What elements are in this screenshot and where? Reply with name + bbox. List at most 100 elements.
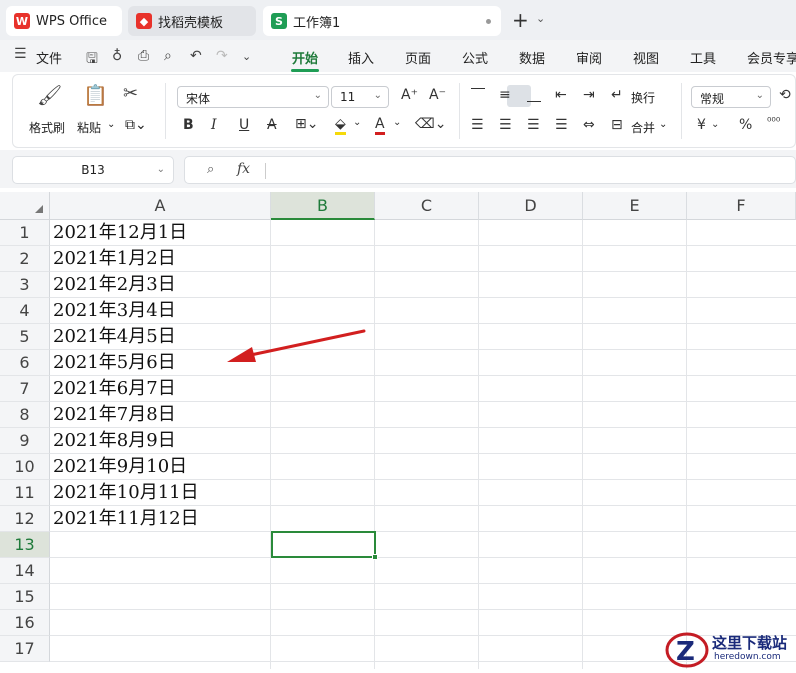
align-left-icon[interactable]: ☰ bbox=[471, 117, 484, 133]
align-middle-icon[interactable]: ≡ bbox=[499, 87, 511, 103]
tab-wps-label: WPS Office bbox=[36, 13, 108, 29]
menu-tools[interactable]: 工具 bbox=[690, 48, 716, 67]
chevron-down-icon: ⌄ bbox=[755, 90, 764, 101]
save-icon[interactable]: 🖫 bbox=[86, 48, 98, 72]
paste-button[interactable]: 粘贴 bbox=[77, 119, 101, 136]
tab-template-label: 找稻壳模板 bbox=[158, 15, 224, 31]
font-name-select[interactable]: 宋体 ⌄ bbox=[177, 86, 329, 108]
merge-button[interactable]: 合并 bbox=[631, 119, 655, 136]
ribbon-divider bbox=[459, 83, 460, 139]
italic-icon[interactable]: I bbox=[211, 117, 217, 133]
chevron-down-icon: ⌄ bbox=[313, 90, 322, 101]
active-menu-underline bbox=[291, 69, 319, 72]
menu-insert[interactable]: 插入 bbox=[348, 48, 374, 67]
spreadsheet-grid[interactable]: A B C D E F 1 2021年12月1日 2 2021年1月2日 3 2021年2月3日 4 20… bbox=[0, 192, 796, 669]
font-color-chevron-icon[interactable]: ⌄ bbox=[393, 117, 401, 128]
number-format-value: 常规 bbox=[700, 92, 725, 106]
align-center-icon[interactable]: ☰ bbox=[499, 117, 512, 133]
menu-review[interactable]: 审阅 bbox=[576, 48, 602, 67]
tab-bar: W WPS Office ◆ 找稻壳模板 S 工作簿1 + ⌄ bbox=[0, 0, 796, 40]
tab-wps-office[interactable]: W WPS Office bbox=[6, 6, 122, 36]
distributed-icon[interactable]: ⇔ bbox=[583, 117, 595, 133]
menu-bar: ☰ 文件 🖫 ♁ ⎙ ⌕ ↶ ↷ ⌄ 开始 插入 页面 公式 数据 审阅 视图 … bbox=[0, 40, 796, 72]
wrap-text-button[interactable]: 换行 bbox=[631, 89, 655, 106]
menu-page[interactable]: 页面 bbox=[405, 48, 431, 67]
zoom-icon[interactable]: ⌕ bbox=[207, 162, 214, 177]
menu-view[interactable]: 视图 bbox=[633, 48, 659, 67]
formula-divider bbox=[265, 163, 266, 179]
new-tab-chevron-down-icon[interactable]: ⌄ bbox=[536, 12, 545, 25]
border-icon[interactable]: ⊞⌄ bbox=[295, 116, 318, 132]
ribbon: 🖌 格式刷 📋 粘贴 ⌄ ✂ ⧉⌄ 宋体 ⌄ 11 ⌄ A⁺ A⁻ B I U … bbox=[12, 74, 796, 148]
unsaved-dot-icon[interactable] bbox=[486, 19, 491, 24]
paste-chevron-icon[interactable]: ⌄ bbox=[107, 119, 115, 130]
formula-bar: B13 ⌄ ⌕ fx bbox=[0, 150, 796, 188]
tab-workbook[interactable]: S 工作簿1 bbox=[263, 6, 501, 36]
paste-icon[interactable]: 📋 bbox=[83, 83, 108, 107]
font-name-value: 宋体 bbox=[186, 92, 211, 106]
heredown-logo-icon: Z bbox=[665, 632, 709, 668]
quick-access-chevron-icon[interactable]: ⌄ bbox=[242, 50, 251, 63]
format-painter-icon[interactable]: 🖌 bbox=[37, 83, 62, 107]
menu-formula[interactable]: 公式 bbox=[462, 48, 488, 67]
name-box-value: B13 bbox=[81, 163, 105, 177]
align-top-icon[interactable]: ⎺ bbox=[471, 87, 485, 103]
decrease-indent-icon[interactable]: ⇤ bbox=[555, 87, 567, 103]
new-tab-plus-icon[interactable]: + bbox=[512, 10, 529, 30]
copy-icon[interactable]: ⧉⌄ bbox=[125, 117, 147, 133]
font-size-select[interactable]: 11 ⌄ bbox=[331, 86, 389, 108]
convert-icon[interactable]: ⟲ bbox=[779, 87, 791, 103]
align-bottom-icon[interactable]: ⎽ bbox=[527, 87, 541, 103]
chevron-down-icon: ⌄ bbox=[156, 164, 165, 175]
svg-text:Z: Z bbox=[676, 637, 695, 667]
menu-member[interactable]: 会员专享 bbox=[747, 48, 796, 67]
fill-color-icon[interactable]: ⬙ bbox=[335, 116, 346, 135]
spreadsheet-icon: S bbox=[271, 13, 287, 29]
percent-button[interactable]: % bbox=[739, 117, 752, 133]
arrow-head bbox=[227, 347, 256, 362]
print-preview-icon[interactable]: ⌕ bbox=[164, 48, 172, 64]
underline-icon[interactable]: U bbox=[239, 117, 249, 133]
arrow-shaft bbox=[244, 329, 366, 358]
ribbon-divider bbox=[681, 83, 682, 139]
strikethrough-icon[interactable]: A bbox=[267, 117, 277, 133]
justify-icon[interactable]: ☰ bbox=[555, 117, 568, 133]
redo-icon[interactable]: ↷ bbox=[216, 48, 228, 64]
increase-font-icon[interactable]: A⁺ bbox=[401, 87, 418, 103]
tab-template[interactable]: ◆ 找稻壳模板 bbox=[128, 6, 256, 36]
wps-logo-icon: W bbox=[14, 13, 30, 29]
watermark-name: 这里下载站 bbox=[712, 634, 788, 652]
align-right-icon[interactable]: ☰ bbox=[527, 117, 540, 133]
clear-format-icon[interactable]: ⌫⌄ bbox=[415, 116, 447, 132]
undo-icon[interactable]: ↶ bbox=[190, 48, 202, 64]
share-icon[interactable]: ♁ bbox=[112, 48, 122, 64]
print-icon[interactable]: ⎙ bbox=[138, 48, 149, 64]
font-color-icon[interactable]: A bbox=[375, 116, 385, 135]
thousands-separator-icon[interactable]: ⁰⁰⁰ bbox=[767, 115, 780, 128]
increase-indent-icon[interactable]: ⇥ bbox=[583, 87, 595, 103]
insert-function-icon[interactable]: fx bbox=[237, 161, 250, 177]
decrease-font-icon[interactable]: A⁻ bbox=[429, 87, 446, 103]
red-arrow-annotation bbox=[227, 329, 366, 362]
menu-home[interactable]: 开始 bbox=[292, 48, 318, 67]
formula-input[interactable]: ⌕ fx bbox=[184, 156, 796, 184]
currency-chevron-icon[interactable]: ⌄ bbox=[711, 119, 719, 130]
docer-logo-icon: ◆ bbox=[136, 13, 152, 29]
cut-icon[interactable]: ✂ bbox=[123, 83, 138, 104]
name-box[interactable]: B13 ⌄ bbox=[12, 156, 174, 184]
menu-data[interactable]: 数据 bbox=[519, 48, 545, 67]
format-painter-button[interactable]: 格式刷 bbox=[29, 119, 65, 136]
ribbon-divider bbox=[165, 83, 166, 139]
merge-chevron-icon[interactable]: ⌄ bbox=[659, 119, 667, 130]
menu-file[interactable]: 文件 bbox=[36, 48, 62, 67]
font-size-value: 11 bbox=[340, 90, 356, 104]
merge-icon[interactable]: ⊟ bbox=[611, 117, 623, 133]
hamburger-menu-icon[interactable]: ☰ bbox=[14, 46, 27, 62]
number-format-select[interactable]: 常规 ⌄ bbox=[691, 86, 771, 108]
wrap-text-icon[interactable]: ↵ bbox=[611, 87, 623, 103]
currency-button[interactable]: ¥ bbox=[697, 117, 706, 133]
fill-chevron-icon[interactable]: ⌄ bbox=[353, 117, 361, 128]
watermark-url: heredown.com bbox=[714, 652, 781, 662]
bold-icon[interactable]: B bbox=[183, 117, 194, 133]
watermark-logo: Z 这里下载站 heredown.com bbox=[664, 628, 796, 669]
